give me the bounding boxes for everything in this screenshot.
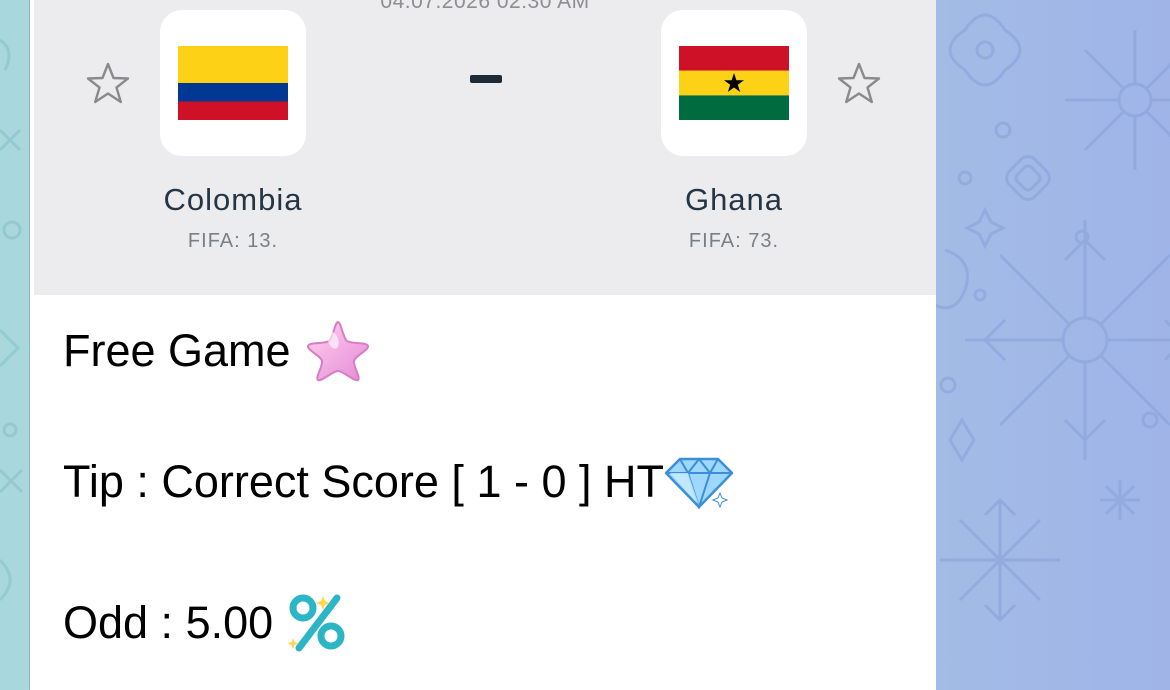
star-emoji-icon: [306, 320, 369, 382]
tip-text: Tip : Correct Score [ 1 - 0 ] HT: [63, 456, 664, 507]
favorite-star-icon-away[interactable]: [835, 60, 883, 108]
colombia-flag-icon: [178, 46, 288, 120]
gem-emoji-icon: [664, 457, 734, 509]
odd-text: Odd : 5.00: [63, 597, 274, 648]
away-flag-box: [661, 10, 807, 156]
message-bubble: 04.07.2026 02:30 AM Colombia FIFA: 13. G…: [29, 0, 936, 690]
home-flag-box: [160, 10, 306, 156]
away-team-rank: FIFA: 73.: [688, 230, 780, 252]
ghana-flag-icon: [679, 46, 789, 120]
home-team-rank: FIFA: 13.: [187, 230, 279, 252]
away-team-name: Ghana: [684, 182, 784, 217]
free-game-text: Free Game: [63, 325, 291, 376]
wallpaper-doodles: [934, 13, 1170, 623]
percent-emoji-icon: [287, 594, 345, 652]
score-separator: [470, 75, 502, 83]
message-line-odd: Odd : 5.00: [63, 592, 355, 654]
match-card[interactable]: 04.07.2026 02:30 AM Colombia FIFA: 13. G…: [34, 0, 936, 295]
message-line-free-game: Free Game: [63, 318, 373, 384]
favorite-star-icon-home[interactable]: [84, 60, 132, 108]
message-line-tip: Tip : Correct Score [ 1 - 0 ] HT: [63, 455, 734, 509]
home-team-name: Colombia: [163, 182, 303, 217]
wallpaper-doodles-left: [0, 38, 24, 602]
match-datetime: 04.07.2026 02:30 AM: [380, 0, 590, 13]
